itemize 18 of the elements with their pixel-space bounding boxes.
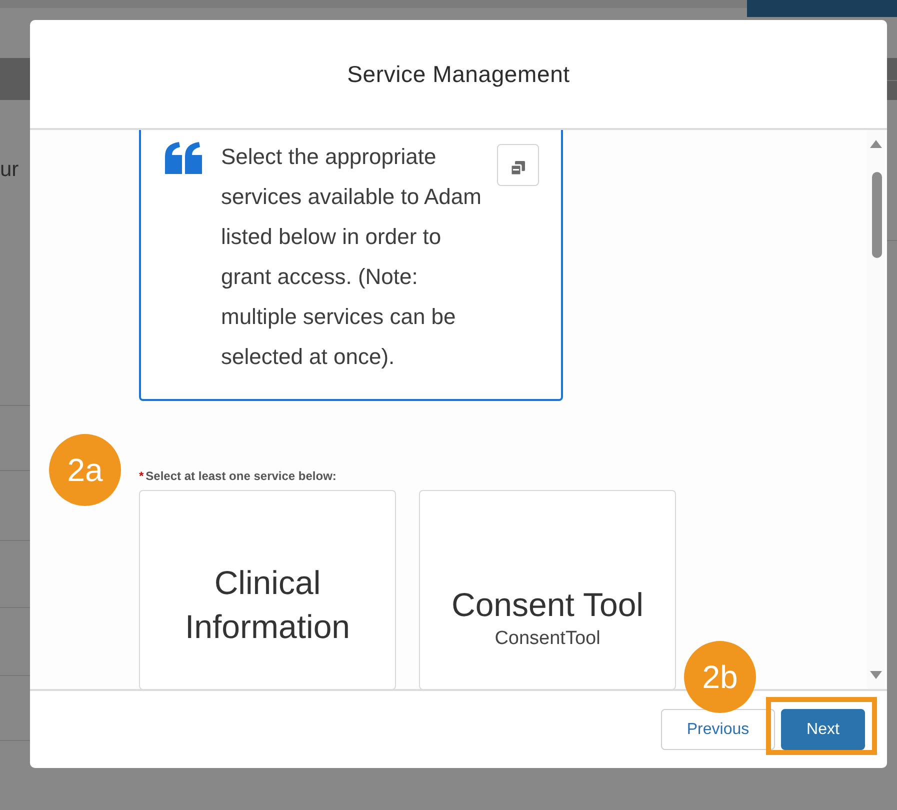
service-name: Clinical Information xyxy=(184,563,352,647)
previous-button[interactable]: Previous xyxy=(661,709,775,750)
modal-title: Service Management xyxy=(347,60,570,88)
instruction-text: Select the appropriate services available to Adam listed below in order to grant access. (Note: multiple services can be selected at once). xyxy=(221,143,482,371)
service-code: ConsentTool xyxy=(494,627,600,651)
service-card[interactable]: Clinical Information xyxy=(139,490,396,689)
scroll-up-icon[interactable] xyxy=(870,140,882,148)
next-button[interactable]: Next xyxy=(781,709,865,750)
copy-icon xyxy=(510,160,526,176)
required-marker: * xyxy=(139,469,144,483)
scroll-thumb[interactable] xyxy=(872,172,882,258)
quote-icon xyxy=(165,142,203,174)
copy-button[interactable] xyxy=(497,144,539,186)
service-name: Consent Tool xyxy=(451,585,644,625)
background-text: ur xyxy=(0,158,19,182)
scroll-down-icon[interactable] xyxy=(870,671,882,679)
field-label: Select at least one service below: xyxy=(146,469,336,483)
service-card[interactable]: Consent Tool ConsentTool xyxy=(419,490,676,689)
